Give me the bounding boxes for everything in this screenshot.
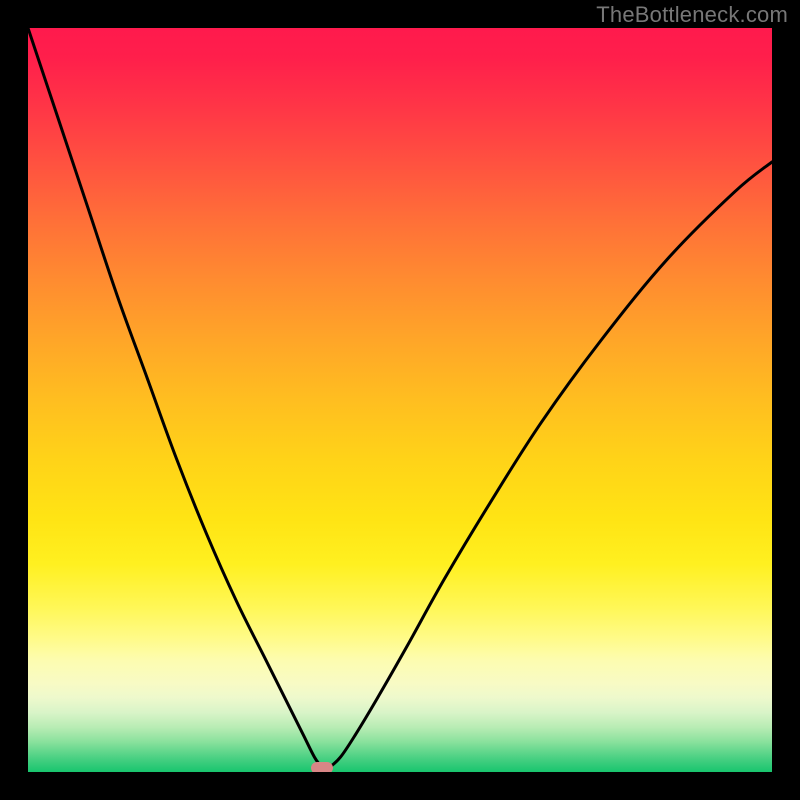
curve-right — [329, 162, 772, 768]
bottleneck-curve — [28, 28, 772, 772]
watermark-text: TheBottleneck.com — [596, 2, 788, 28]
optimum-marker — [311, 762, 333, 772]
chart-canvas: TheBottleneck.com — [0, 0, 800, 800]
curve-left — [28, 28, 322, 768]
plot-area — [28, 28, 772, 772]
